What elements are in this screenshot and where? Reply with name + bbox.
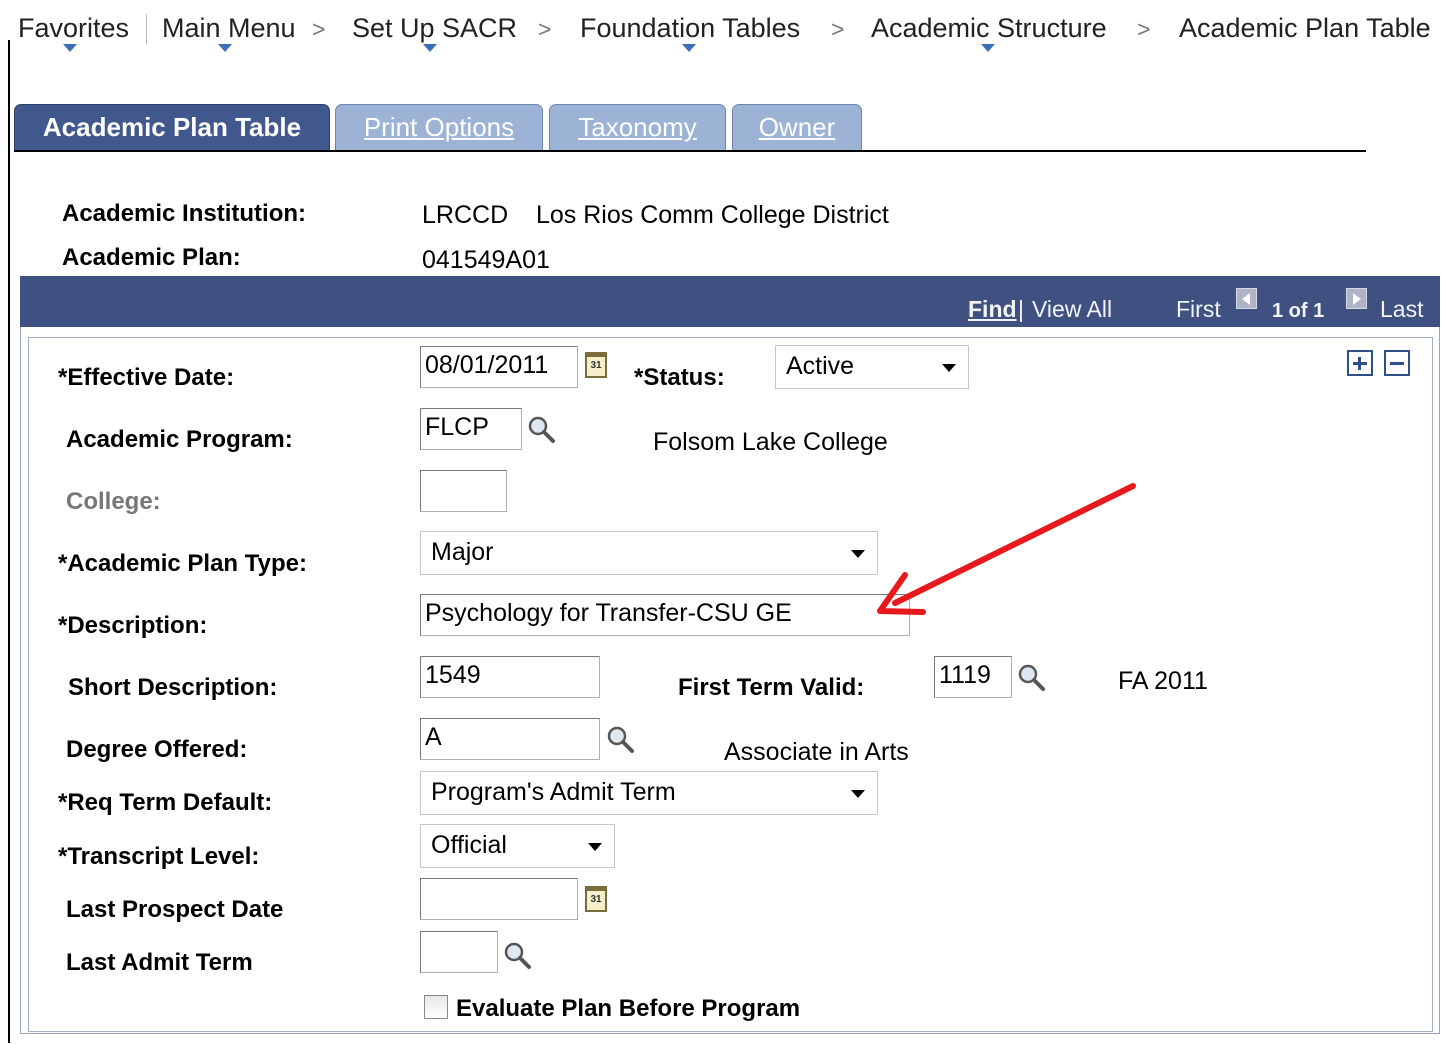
row-counter: 1 of 1: [1272, 300, 1325, 322]
nav-favorites[interactable]: Favorites: [18, 13, 129, 44]
status-select[interactable]: Active: [775, 345, 969, 389]
academic-program-label: Academic Program:: [66, 426, 293, 453]
nav-foundation-tables[interactable]: Foundation Tables: [580, 13, 800, 44]
academic-program-input[interactable]: FLCP: [420, 408, 522, 450]
breadcrumb-separator: >: [831, 16, 845, 42]
calendar-icon[interactable]: 31: [585, 352, 607, 378]
nav-academic-plan-table[interactable]: Academic Plan Table: [1179, 13, 1431, 44]
nav-divider: [146, 14, 147, 44]
transcript-level-select[interactable]: Official: [420, 824, 615, 868]
college-label: College:: [66, 488, 161, 515]
first-term-valid-input[interactable]: 1119: [934, 656, 1012, 698]
degree-offered-label: Degree Offered:: [66, 736, 248, 763]
first-term-valid-description: FA 2011: [1118, 667, 1208, 695]
evaluate-plan-checkbox[interactable]: [424, 995, 448, 1019]
effective-date-input[interactable]: 08/01/2011: [420, 346, 578, 388]
favorites-caret-icon[interactable]: [63, 44, 77, 52]
short-description-label: Short Description:: [68, 674, 278, 701]
last-label: Last: [1380, 296, 1424, 322]
academic-structure-caret-icon[interactable]: [981, 44, 995, 52]
degree-offered-input[interactable]: A: [420, 718, 600, 760]
prev-arrow-icon[interactable]: [1236, 288, 1257, 309]
academic-institution-label: Academic Institution:: [62, 200, 307, 227]
academic-plan-value: 041549A01: [422, 246, 550, 274]
delete-row-icon[interactable]: [1384, 350, 1410, 376]
calendar-icon[interactable]: 31: [585, 886, 607, 912]
find-link[interactable]: Find: [968, 296, 1017, 323]
tab-label: Taxonomy: [578, 112, 697, 142]
nav-set-up-sacr[interactable]: Set Up SACR: [352, 13, 517, 44]
description-input[interactable]: Psychology for Transfer-CSU GE: [420, 594, 910, 636]
breadcrumb: Favorites Main Menu > Set Up SACR > Foun…: [0, 0, 1441, 58]
breadcrumb-separator: >: [1137, 16, 1151, 42]
view-all-link[interactable]: View All: [1032, 296, 1112, 323]
degree-offered-description: Associate in Arts: [724, 738, 909, 766]
lookup-icon[interactable]: [1016, 662, 1046, 692]
nav-main-menu[interactable]: Main Menu: [162, 13, 296, 44]
tab-label: Owner: [758, 112, 836, 142]
breadcrumb-separator: >: [312, 16, 326, 42]
breadcrumb-separator: >: [538, 16, 552, 42]
status-label: *Status:: [634, 364, 725, 391]
tab-print-options[interactable]: Print Options: [335, 104, 543, 150]
lookup-icon[interactable]: [605, 724, 635, 754]
evaluate-plan-label: Evaluate Plan Before Program: [456, 995, 801, 1022]
last-admit-term-label: Last Admit Term: [66, 949, 253, 976]
tab-label: Print Options: [363, 112, 515, 142]
last-admit-term-input[interactable]: [420, 931, 498, 973]
nav-academic-structure[interactable]: Academic Structure: [871, 13, 1107, 44]
college-input[interactable]: [420, 470, 507, 512]
main-menu-caret-icon[interactable]: [218, 44, 232, 52]
transcript-level-label: *Transcript Level:: [58, 843, 260, 870]
next-arrow-icon[interactable]: [1346, 288, 1367, 309]
effective-date-label: *Effective Date:: [58, 364, 235, 391]
nav-divider: |: [1018, 296, 1024, 322]
tab-taxonomy[interactable]: Taxonomy: [549, 104, 726, 150]
academic-program-description: Folsom Lake College: [653, 428, 888, 456]
lookup-icon[interactable]: [502, 940, 532, 970]
tab-divider-line: [14, 150, 1366, 152]
last-prospect-date-label: Last Prospect Date: [66, 896, 284, 923]
academic-plan-type-select[interactable]: Major: [420, 531, 878, 575]
tab-academic-plan-table[interactable]: Academic Plan Table: [14, 104, 330, 150]
req-term-default-label: *Req Term Default:: [58, 789, 273, 816]
institution-name: Los Rios Comm College District: [536, 201, 889, 229]
lookup-icon[interactable]: [526, 414, 556, 444]
group-header-bar: [20, 276, 1440, 327]
last-prospect-date-input[interactable]: [420, 878, 578, 920]
academic-plan-type-label: *Academic Plan Type:: [58, 550, 307, 577]
academic-plan-label: Academic Plan:: [62, 244, 241, 271]
first-label: First: [1176, 296, 1221, 322]
set-up-sacr-caret-icon[interactable]: [423, 44, 437, 52]
tab-owner[interactable]: Owner: [732, 104, 862, 150]
first-term-valid-label: First Term Valid:: [678, 674, 865, 701]
add-row-icon[interactable]: [1347, 350, 1373, 376]
short-description-input[interactable]: 1549: [420, 656, 600, 698]
tab-label: Academic Plan Table: [42, 112, 302, 142]
institution-code: LRCCD: [422, 201, 509, 229]
req-term-default-select[interactable]: Program's Admit Term: [420, 771, 878, 815]
foundation-tables-caret-icon[interactable]: [682, 44, 696, 52]
description-label: *Description:: [58, 612, 208, 639]
